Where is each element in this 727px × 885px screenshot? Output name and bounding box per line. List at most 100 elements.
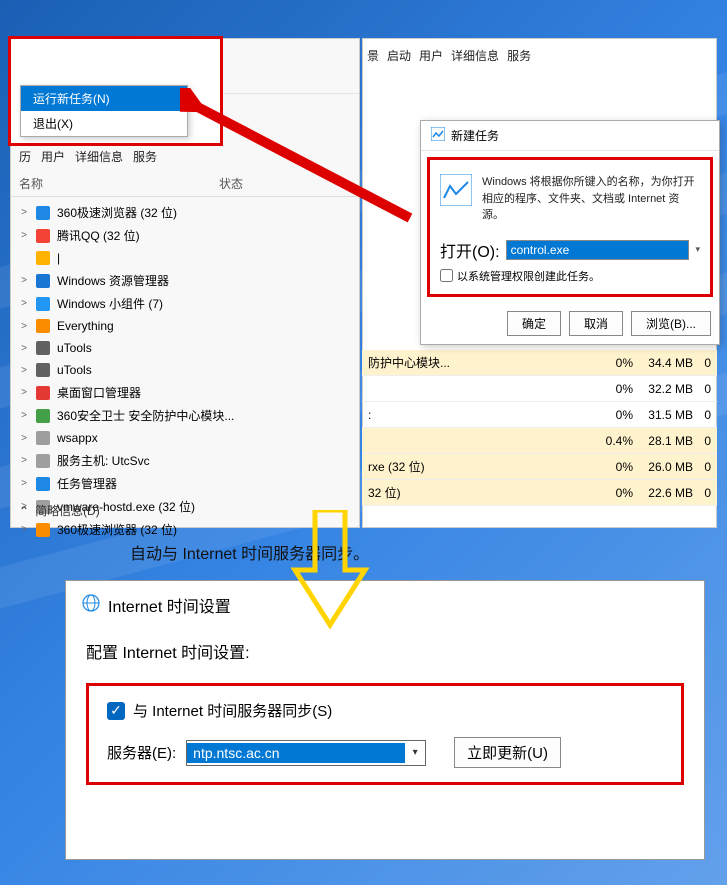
run-icon: [440, 174, 472, 206]
tab-users[interactable]: 用户: [41, 148, 65, 165]
expand-icon: >: [19, 478, 29, 489]
stat-row[interactable]: rxe (32 位)0%26.0 MB0: [362, 454, 717, 480]
tab-history[interactable]: 历: [19, 148, 31, 165]
update-now-button[interactable]: 立即更新(U): [454, 737, 561, 768]
sync-label: 与 Internet 时间服务器同步(S): [133, 700, 332, 721]
highlight-box-its: ✓ 与 Internet 时间服务器同步(S) 服务器(E): ntp.ntsc…: [86, 683, 684, 785]
stat-row[interactable]: 防护中心模块...0%34.4 MB0: [362, 350, 717, 376]
cancel-button[interactable]: 取消: [569, 311, 623, 336]
dialog-title-bar: 新建任务: [421, 121, 719, 151]
app-icon: [35, 408, 51, 424]
menu-exit[interactable]: 退出(X): [21, 111, 187, 136]
stat-mem: 28.1 MB: [639, 434, 699, 448]
process-name: Windows 小组件 (7): [57, 295, 163, 312]
chevron-up-icon: ⌃: [19, 504, 29, 518]
expand-icon: >: [19, 230, 29, 241]
stat-z: 0: [699, 356, 717, 370]
col-name[interactable]: 名称: [19, 175, 219, 192]
process-row[interactable]: >桌面窗口管理器: [11, 381, 359, 404]
run-new-task-dialog: 新建任务 Windows 将根据你所键入的名称，为你打开相应的程序、文件夹、文档…: [420, 120, 720, 345]
tab-users-r[interactable]: 用户: [419, 47, 443, 64]
tab-details[interactable]: 详细信息: [75, 148, 123, 165]
tab-services[interactable]: 服务: [133, 148, 157, 165]
stat-row[interactable]: 0%32.2 MB0: [362, 376, 717, 402]
stat-cpu: 0%: [589, 486, 639, 500]
dialog-title: 新建任务: [451, 127, 499, 144]
process-row[interactable]: > Windows 资源管理器: [11, 269, 359, 292]
open-input[interactable]: control.exe: [506, 240, 690, 260]
process-name: Windows 资源管理器: [57, 272, 169, 289]
col-status[interactable]: 状态: [219, 175, 279, 192]
stat-z: 0: [699, 460, 717, 474]
stat-cpu: 0%: [589, 408, 639, 422]
app-icon: [35, 273, 51, 289]
process-row[interactable]: >360极速浏览器 (32 位): [11, 518, 359, 541]
dropdown-icon[interactable]: ▾: [695, 244, 700, 255]
process-name: 360极速浏览器 (32 位): [57, 204, 177, 221]
its-title-bar: Internet 时间设置: [66, 581, 704, 629]
process-name: wsappx: [57, 431, 98, 445]
stat-cpu: 0%: [589, 382, 639, 396]
ok-button[interactable]: 确定: [507, 311, 561, 336]
process-list-header: 名称 状态: [11, 171, 359, 197]
app-icon: [35, 430, 51, 446]
process-list: >360极速浏览器 (32 位)>腾讯QQ (32 位) |>Windows 资…: [11, 197, 359, 545]
stat-cpu: 0%: [589, 460, 639, 474]
brief-info-link[interactable]: ⌃ 简略信息(D): [19, 502, 100, 519]
process-row[interactable]: >Everything: [11, 315, 359, 337]
expand-icon: >: [19, 275, 29, 286]
file-menu-popup: 运行新任务(N) 退出(X): [20, 85, 188, 137]
stat-z: 0: [699, 434, 717, 448]
stat-row[interactable]: :0%31.5 MB0: [362, 402, 717, 428]
process-name: Everything: [57, 319, 114, 333]
process-row[interactable]: > Windows 小组件 (7): [11, 292, 359, 315]
process-row[interactable]: |: [11, 247, 359, 269]
process-name: 360安全卫士 安全防护中心模块...: [57, 407, 234, 424]
menu-run-new-task[interactable]: 运行新任务(N): [21, 86, 187, 111]
admin-checkbox[interactable]: [440, 269, 453, 282]
expand-icon: >: [19, 524, 29, 535]
process-name: 腾讯QQ (32 位): [57, 227, 140, 244]
process-name: 服务主机: UtcSvc: [57, 452, 150, 469]
app-icon: [35, 522, 51, 538]
server-value: ntp.ntsc.ac.cn: [187, 743, 405, 763]
app-icon: [35, 318, 51, 334]
process-row[interactable]: >360安全卫士 安全防护中心模块...: [11, 404, 359, 427]
process-row[interactable]: >uTools: [11, 359, 359, 381]
server-select[interactable]: ntp.ntsc.ac.cn ▾: [186, 740, 426, 766]
tabs-right: 景 启动 用户 详细信息 服务: [363, 39, 716, 72]
expand-icon: >: [19, 433, 29, 444]
stat-z: 0: [699, 408, 717, 422]
stat-name: 防护中心模块...: [362, 354, 589, 371]
admin-label: 以系统管理权限创建此任务。: [457, 268, 600, 284]
expand-icon: >: [19, 365, 29, 376]
process-name: |: [57, 251, 60, 265]
expand-icon: >: [19, 298, 29, 309]
tab-startup[interactable]: 启动: [387, 47, 411, 64]
sync-checkbox[interactable]: ✓: [107, 702, 125, 720]
process-row[interactable]: > wsappx: [11, 427, 359, 449]
internet-time-settings-window: Internet 时间设置 配置 Internet 时间设置: ✓ 与 Inte…: [65, 580, 705, 860]
tab-bg[interactable]: 景: [367, 47, 379, 64]
stat-name: :: [362, 408, 589, 422]
tabs: 历 用户 详细信息 服务: [11, 142, 359, 171]
app-icon: [35, 228, 51, 244]
process-name: 桌面窗口管理器: [57, 384, 141, 401]
process-row[interactable]: > 腾讯QQ (32 位): [11, 224, 359, 247]
stat-row[interactable]: 0.4%28.1 MB0: [362, 428, 717, 454]
tab-details-r[interactable]: 详细信息: [451, 47, 499, 64]
process-row[interactable]: >uTools: [11, 337, 359, 359]
browse-button[interactable]: 浏览(B)...: [631, 311, 711, 336]
stat-row[interactable]: 32 位)0%22.6 MB0: [362, 480, 717, 506]
process-row[interactable]: >360极速浏览器 (32 位): [11, 201, 359, 224]
process-name: 任务管理器: [57, 475, 117, 492]
stat-cpu: 0.4%: [589, 434, 639, 448]
brief-info-label: 简略信息(D): [35, 502, 100, 519]
stat-cpu: 0%: [589, 356, 639, 370]
process-row[interactable]: > 任务管理器: [11, 472, 359, 495]
tab-services-r[interactable]: 服务: [507, 47, 531, 64]
app-icon: [35, 205, 51, 221]
expand-icon: >: [19, 455, 29, 466]
app-icon: [35, 476, 51, 492]
process-row[interactable]: > 服务主机: UtcSvc: [11, 449, 359, 472]
